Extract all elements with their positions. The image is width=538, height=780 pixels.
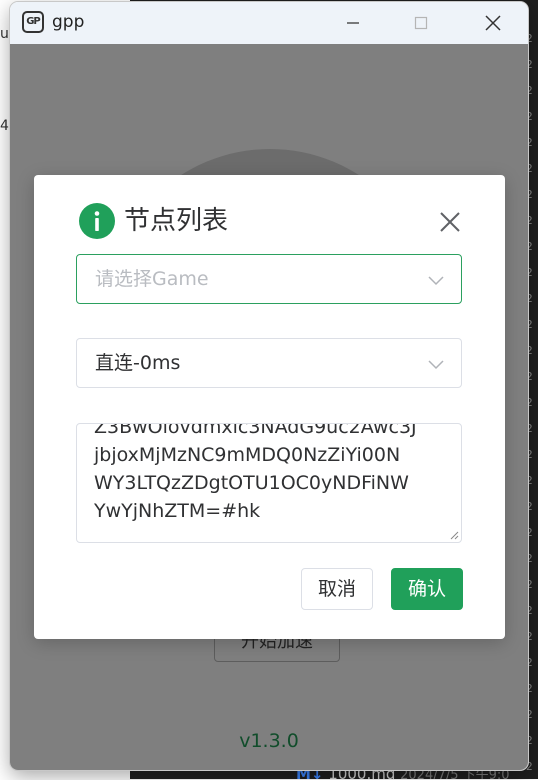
node-select[interactable]: 直连-0ms bbox=[76, 338, 462, 388]
config-text-line: Z3BwOlovdmxlc3NAdG9uc2Awc3J bbox=[94, 423, 417, 438]
cancel-button[interactable]: 取消 bbox=[301, 568, 373, 610]
config-text: Z3BwOlovdmxlc3NAdG9uc2Awc3J jbjoxMjMzNC9… bbox=[94, 423, 417, 525]
close-icon bbox=[440, 212, 460, 232]
chevron-down-icon bbox=[428, 276, 444, 286]
chevron-down-icon bbox=[428, 360, 444, 370]
node-select-value: 直连-0ms bbox=[95, 352, 181, 374]
close-icon bbox=[485, 15, 501, 31]
minimize-icon bbox=[347, 22, 359, 24]
maximize-icon bbox=[414, 16, 428, 30]
node-list-dialog: 节点列表 请选择Game 直连-0ms Z3BwOlovdmxlc3NAdG9u… bbox=[34, 175, 505, 639]
dialog-title: 节点列表 bbox=[124, 206, 229, 236]
title-bar[interactable]: GP gpp bbox=[10, 2, 528, 44]
dialog-close-button[interactable] bbox=[435, 207, 465, 237]
maximize-button[interactable] bbox=[398, 2, 444, 44]
config-text-line: jbjoxMjMzNC9mMDQ0NzZiYi00N bbox=[94, 444, 401, 466]
game-select[interactable]: 请选择Game bbox=[76, 254, 462, 304]
config-text-line: WY3LTQzZDgtOTU1OC0yNDFiNW bbox=[94, 472, 409, 494]
window-close-button[interactable] bbox=[470, 2, 516, 44]
config-textarea[interactable]: Z3BwOlovdmxlc3NAdG9uc2Awc3J jbjoxMjMzNC9… bbox=[76, 423, 462, 543]
window-title: gpp bbox=[52, 12, 85, 32]
confirm-button[interactable]: 确认 bbox=[391, 568, 463, 610]
app-logo-icon: GP bbox=[22, 11, 44, 33]
info-icon bbox=[79, 203, 115, 239]
resize-handle-icon[interactable] bbox=[449, 530, 459, 540]
minimize-button[interactable] bbox=[330, 2, 376, 44]
config-text-line: YwYjNhZTM=#hk bbox=[94, 500, 261, 522]
game-select-placeholder: 请选择Game bbox=[95, 268, 209, 290]
